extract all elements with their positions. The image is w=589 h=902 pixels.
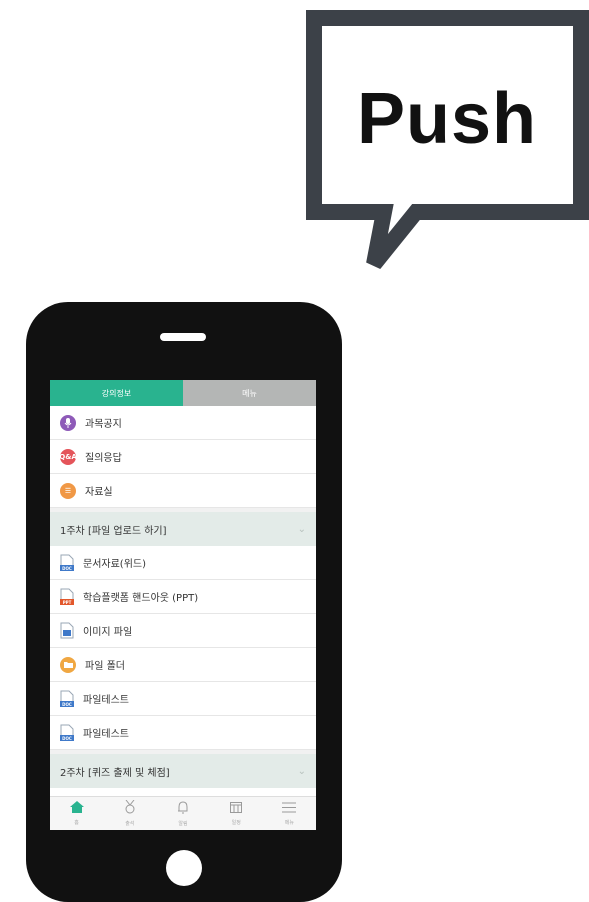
file-item[interactable]: 이미지 파일 xyxy=(50,614,316,648)
file-item[interactable]: DOC 문서자료(위드) xyxy=(50,546,316,580)
menu-icon xyxy=(282,802,297,817)
folder-icon xyxy=(60,656,76,673)
nav-label: 일정 xyxy=(231,820,241,826)
section-title: 2주차 [퀴즈 출제 및 체점] xyxy=(60,767,170,779)
medal-icon xyxy=(124,799,136,818)
file-item[interactable]: 파일 폴더 xyxy=(50,648,316,682)
ppt-file-icon: PPT xyxy=(60,588,74,605)
bottom-nav: 홈 출석 알림 일정 메뉴 xyxy=(50,796,316,830)
nav-menu[interactable]: 메뉴 xyxy=(263,797,316,830)
list-item-label: 질의응답 xyxy=(85,453,122,464)
file-item-label: 학습플랫폼 핸드아웃 (PPT) xyxy=(83,593,199,604)
push-text: Push xyxy=(356,79,538,159)
tab-bar: 강의정보 메뉴 xyxy=(50,380,316,406)
qa-icon: Q&A xyxy=(59,448,77,465)
nav-notifications[interactable]: 알림 xyxy=(156,797,209,830)
nav-label: 홈 xyxy=(74,820,79,826)
list-item-label: 과목공지 xyxy=(85,419,122,430)
nav-label: 메뉴 xyxy=(284,819,295,826)
list-item-notice[interactable]: 과목공지 xyxy=(50,406,316,440)
nav-label: 출석 xyxy=(125,821,135,827)
tab-course-info[interactable]: 강의정보 xyxy=(50,380,183,406)
chevron-down-icon: ⌄ xyxy=(297,523,306,535)
file-item-label: 파일테스트 xyxy=(83,695,129,706)
file-item-label: 이미지 파일 xyxy=(83,627,133,638)
file-item-label: 파일 폴더 xyxy=(85,661,125,672)
file-item-label: 문서자료(위드) xyxy=(83,559,147,570)
chevron-down-icon: ⌄ xyxy=(297,765,306,777)
nav-schedule[interactable]: 일정 xyxy=(210,797,263,830)
file-item[interactable]: PPT 학습플랫폼 핸드아웃 (PPT) xyxy=(50,580,316,614)
nav-attendance[interactable]: 출석 xyxy=(103,797,156,830)
file-item[interactable]: DOC 파일테스트 xyxy=(50,682,316,716)
nav-home[interactable]: 홈 xyxy=(50,797,103,830)
week2-section-header[interactable]: 2주차 [퀴즈 출제 및 체점] ⌄ xyxy=(50,750,316,788)
doc-file-icon: DOC xyxy=(60,690,74,707)
file-item-label: 파일테스트 xyxy=(83,729,129,740)
list-item-qa[interactable]: Q&A 질의응답 xyxy=(50,440,316,474)
image-file-icon xyxy=(60,622,74,639)
phone-screen: 강의정보 메뉴 과목공지 Q&A 질의응답 ☰ 자료실 1주차 [파일 업로드 … xyxy=(50,380,316,830)
doc-file-icon: DOC xyxy=(60,554,74,571)
calendar-icon xyxy=(230,801,243,817)
microphone-icon xyxy=(60,414,76,431)
phone-home-button[interactable] xyxy=(166,850,202,886)
week1-section-header[interactable]: 1주차 [파일 업로드 하기] ⌄ xyxy=(50,508,316,546)
nav-label: 알림 xyxy=(178,820,188,827)
list-item-label: 자료실 xyxy=(85,487,113,498)
tab-menu[interactable]: 메뉴 xyxy=(183,380,316,406)
list-icon: ☰ xyxy=(60,482,76,499)
list-item-archive[interactable]: ☰ 자료실 xyxy=(50,474,316,508)
bell-icon xyxy=(177,800,189,818)
file-item[interactable]: DOC 파일테스트 xyxy=(50,716,316,750)
phone-speaker xyxy=(160,333,206,341)
section-title: 1주차 [파일 업로드 하기] xyxy=(60,525,167,537)
home-icon xyxy=(69,801,84,817)
doc-file-icon: DOC xyxy=(60,724,74,741)
